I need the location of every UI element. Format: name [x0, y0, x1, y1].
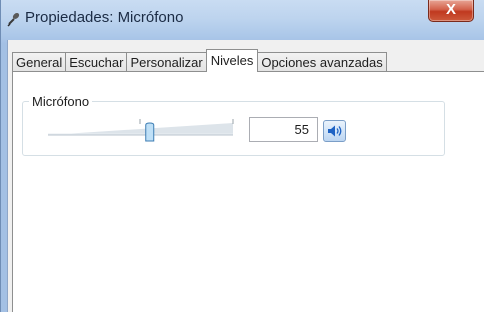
volume-slider[interactable] — [48, 115, 238, 145]
tab-niveles[interactable]: Niveles — [205, 49, 259, 72]
microphone-group-label: Micrófono — [29, 94, 93, 109]
slider-ramp — [48, 123, 233, 135]
tab-panel-niveles: Micrófono 55 — [12, 71, 484, 312]
tab-escuchar[interactable]: Escuchar — [65, 52, 128, 72]
level-value-field[interactable]: 55 — [249, 117, 318, 142]
mute-button[interactable] — [323, 120, 346, 142]
window-title: Propiedades: Micrófono — [25, 9, 184, 26]
tab-strip: General Escuchar Personalizar Niveles Op… — [12, 49, 387, 72]
dialog-client-area: General Escuchar Personalizar Niveles Op… — [7, 40, 484, 312]
tab-personalizar[interactable]: Personalizar — [126, 52, 207, 72]
tab-opciones-avanzadas[interactable]: Opciones avanzadas — [257, 52, 387, 72]
speaker-icon — [328, 125, 342, 137]
title-bar[interactable]: Propiedades: Micrófono X — [1, 0, 484, 40]
slider-thumb[interactable] — [145, 122, 155, 142]
microphone-icon — [7, 10, 21, 28]
tab-general[interactable]: General — [12, 52, 67, 72]
dialog-window: Propiedades: Micrófono X General Escucha… — [0, 0, 484, 312]
close-button[interactable]: X — [428, 0, 474, 22]
